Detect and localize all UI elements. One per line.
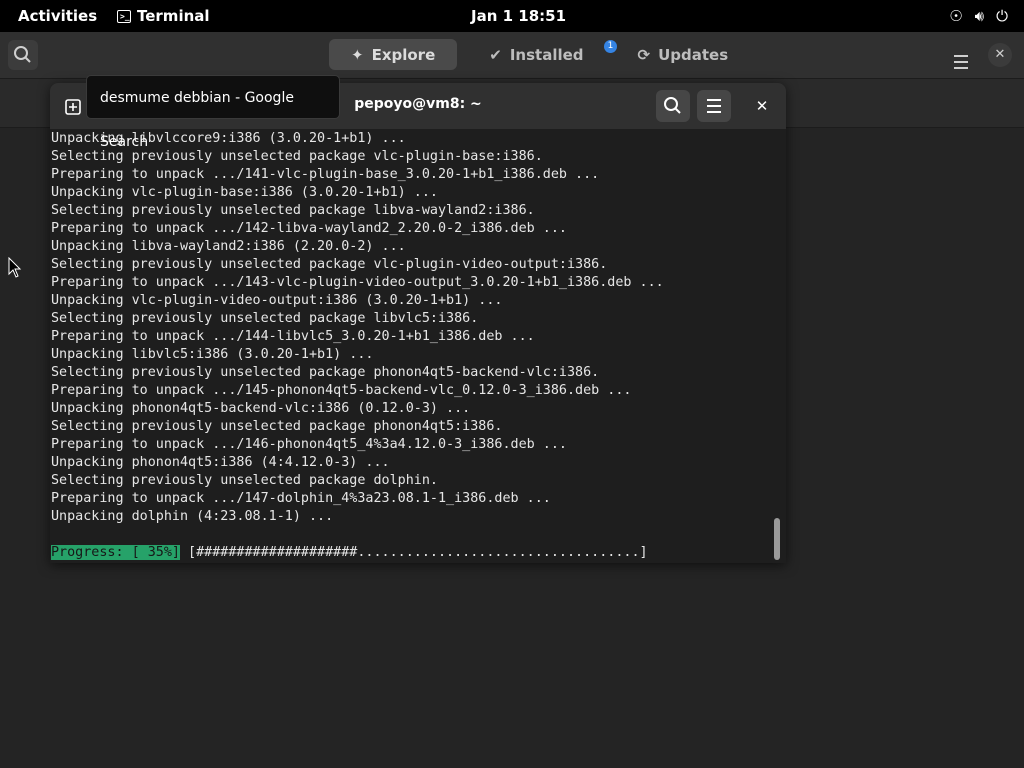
- terminal-line: Selecting previously unselected package …: [51, 257, 608, 272]
- refresh-icon: ⟳: [637, 45, 651, 64]
- progress-label: Progress: [ 35%]: [51, 545, 180, 560]
- terminal-line: Unpacking vlc-plugin-video-output:i386 (…: [51, 293, 503, 308]
- software-menu-button[interactable]: [945, 47, 977, 77]
- tab-updates-label: Updates: [658, 45, 729, 64]
- app-menu[interactable]: >_ Terminal: [117, 7, 210, 25]
- terminal-line: Selecting previously unselected package …: [51, 203, 535, 218]
- tab-updates[interactable]: ⟳ Updates: [616, 39, 751, 70]
- terminal-line: Preparing to unpack .../144-libvlc5_3.0.…: [51, 329, 535, 344]
- terminal-scrollbar[interactable]: [774, 518, 780, 560]
- hamburger-icon: [707, 99, 721, 113]
- terminal-line: Unpacking phonon4qt5-backend-vlc:i386 (0…: [51, 401, 471, 416]
- volume-icon[interactable]: 🔊︎: [975, 7, 984, 25]
- terminal-line: Unpacking dolphin (4:23.08.1-1) ...: [51, 509, 334, 524]
- terminal-line: Preparing to unpack .../141-vlc-plugin-b…: [51, 167, 600, 182]
- terminal-line: Preparing to unpack .../145-phonon4qt5-b…: [51, 383, 632, 398]
- terminal-line: Selecting previously unselected package …: [51, 473, 438, 488]
- close-icon: ✕: [994, 47, 1006, 62]
- terminal-line: Unpacking libva-wayland2:i386 (2.20.0-2)…: [51, 239, 406, 254]
- mouse-pointer-icon: [8, 257, 22, 278]
- power-icon[interactable]: ⏻: [996, 7, 1008, 25]
- network-unknown-icon[interactable]: ☉: [949, 7, 962, 25]
- hamburger-icon: [954, 55, 968, 69]
- terminal-line: Preparing to unpack .../142-libva-waylan…: [51, 221, 567, 236]
- terminal-line: Selecting previously unselected package …: [51, 365, 600, 380]
- terminal-line: Unpacking libvlc5:i386 (3.0.20-1+b1) ...: [51, 347, 374, 362]
- terminal-icon: >_: [117, 9, 131, 23]
- software-close-button[interactable]: ✕: [988, 43, 1012, 67]
- terminal-window[interactable]: pepoyo@vm8: ~ ✕ Unpacking libvlccore9:i3…: [50, 83, 786, 563]
- system-tray[interactable]: ☉ 🔊︎ ⏻: [949, 7, 1008, 25]
- clock[interactable]: Jan 1 18:51: [471, 7, 566, 25]
- terminal-line: Selecting previously unselected package …: [51, 311, 479, 326]
- terminal-line: Preparing to unpack .../146-phonon4qt5_4…: [51, 437, 567, 452]
- tab-installed[interactable]: ✔ Installed: [467, 39, 605, 70]
- search-icon: [664, 97, 681, 114]
- close-icon: ✕: [755, 97, 769, 115]
- terminal-close-button[interactable]: ✕: [751, 95, 773, 117]
- tab-installed-label: Installed: [509, 45, 584, 64]
- terminal-search-button[interactable]: [656, 90, 690, 122]
- progress-bar-text: [####################...................…: [180, 545, 648, 560]
- software-headerbar: ✦ Explore ✔ Installed ⟳ Updates: [0, 32, 1024, 79]
- tab-explore[interactable]: ✦ Explore: [329, 39, 458, 70]
- terminal-menu-button[interactable]: [697, 90, 731, 122]
- terminal-line: Selecting previously unselected package …: [51, 419, 503, 434]
- compass-star-icon: ✦: [351, 45, 364, 64]
- tab-explore-label: Explore: [371, 45, 436, 64]
- apt-progress-row: Progress: [ 35%] [####################..…: [51, 544, 648, 562]
- terminal-line: Unpacking vlc-plugin-base:i386 (3.0.20-1…: [51, 185, 438, 200]
- check-circle-icon: ✔: [489, 45, 502, 64]
- terminal-line: Preparing to unpack .../147-dolphin_4%3a…: [51, 491, 551, 506]
- app-menu-label: Terminal: [137, 7, 210, 25]
- activities-button[interactable]: Activities: [18, 7, 97, 25]
- terminal-output[interactable]: Unpacking libvlccore9:i386 (3.0.20-1+b1)…: [51, 129, 771, 563]
- software-tab-bar: ✦ Explore ✔ Installed ⟳ Updates: [329, 39, 750, 70]
- terminal-line: Unpacking phonon4qt5:i386 (4:4.12.0-3) .…: [51, 455, 390, 470]
- window-tooltip: desmume debbian - Google Search: [86, 75, 340, 150]
- software-search-button[interactable]: [8, 40, 38, 70]
- terminal-lines: Unpacking libvlccore9:i386 (3.0.20-1+b1)…: [51, 130, 664, 526]
- search-icon: [14, 46, 31, 63]
- updates-badge: 1: [604, 40, 617, 53]
- top-panel: Activities >_ Terminal Jan 1 18:51 ☉ 🔊︎ …: [0, 0, 1024, 32]
- terminal-line: Preparing to unpack .../143-vlc-plugin-v…: [51, 275, 664, 290]
